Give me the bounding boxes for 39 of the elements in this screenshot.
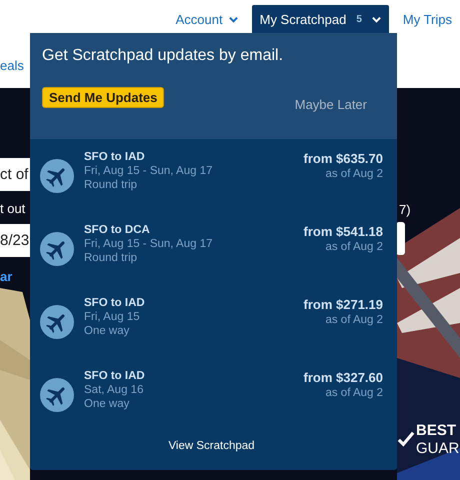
airplane-icon [40,378,74,412]
airplane-icon [40,305,74,339]
check-icon [397,431,415,447]
trip-route[interactable]: SFO to DCA [84,224,294,236]
calendar-link[interactable]: ar [0,269,12,284]
field-label: 7) [399,202,411,217]
view-scratchpad-link[interactable]: View Scratchpad [168,440,255,452]
dropdown-heading: Get Scratchpad updates by email. [42,47,284,65]
guarantee-subtitle: GUAR [416,440,460,457]
nav-tab[interactable]: My Scratchpad 5 [252,5,389,33]
trip-dates: Fri, Aug 15 - Sun, Aug 17 [84,238,214,250]
trip-type: Round trip [84,252,138,264]
trip-price: from $635.70 [304,151,383,166]
item-count: 5 [356,14,362,24]
trip-route[interactable]: SFO to IAD [84,370,294,382]
price-date: as of Aug 2 [325,168,383,180]
trip-dates: Sat, Aug 16 [84,384,144,396]
price-date: as of Aug 2 [325,241,383,253]
price-date: as of Aug 2 [325,314,383,326]
trip-route[interactable]: SFO to IAD [84,151,294,163]
nav-tab[interactable]: My Trips [394,5,460,33]
nav-tab[interactable]: Account [168,5,246,33]
trip-dates: Fri, Aug 15 [84,311,141,323]
airplane-icon [40,159,74,193]
trip-type: One way [84,325,130,337]
price-date: as of Aug 2 [325,387,383,399]
field-label: t out [0,201,26,216]
trip-type: Round trip [84,179,138,191]
trip-dates: Fri, Aug 15 - Sun, Aug 17 [84,165,214,177]
airplane-icon [40,232,74,266]
trip-route[interactable]: SFO to IAD [84,297,294,309]
send-updates-button[interactable]: Send Me Updates [42,87,164,108]
trip-price: from $271.19 [304,297,383,312]
guarantee-title: BEST [416,422,456,439]
trip-type: One way [84,398,130,410]
maybe-later-link[interactable]: Maybe Later [294,97,367,112]
trip-price: from $327.60 [304,370,383,385]
trip-price: from $541.18 [304,224,383,239]
nav-link[interactable]: eals [0,58,24,73]
